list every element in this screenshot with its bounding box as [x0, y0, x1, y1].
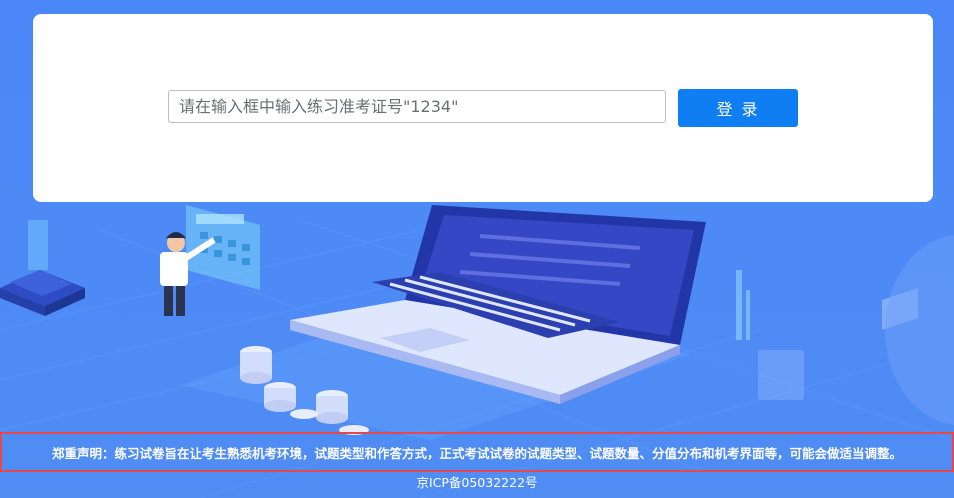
login-button[interactable]: 登 录: [678, 89, 798, 127]
disclaimer-text: 郑重声明：练习试卷旨在让考生熟悉机考环境，试题类型和作答方式，正式考试试卷的试题…: [51, 445, 902, 461]
exam-number-input[interactable]: [168, 90, 666, 123]
icp-record: 京ICP备05032222号: [416, 475, 538, 490]
disclaimer-notice: 郑重声明：练习试卷旨在让考生熟悉机考环境，试题类型和作答方式，正式考试试卷的试题…: [0, 432, 954, 472]
server-illustration: [0, 220, 85, 316]
login-card: 登 录: [33, 14, 933, 202]
